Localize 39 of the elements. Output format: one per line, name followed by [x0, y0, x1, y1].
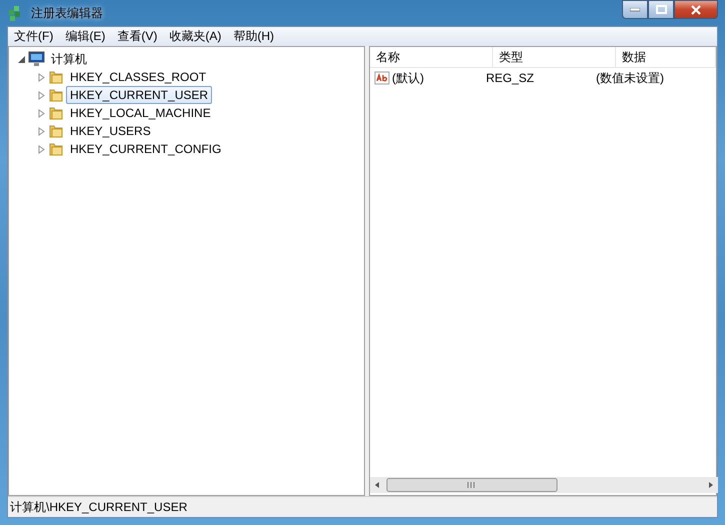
- minimize-icon: [630, 8, 640, 12]
- close-icon: [691, 4, 701, 14]
- tree-item[interactable]: 计算机: [47, 48, 91, 70]
- menu-item[interactable]: 编辑(E): [59, 27, 112, 46]
- folder-icon: [48, 105, 64, 121]
- status-bar: 计算机\HKEY_CURRENT_USER: [8, 496, 717, 517]
- folder-icon: [48, 87, 64, 103]
- horizontal-scrollbar[interactable]: [370, 477, 718, 493]
- tree-item[interactable]: HKEY_CURRENT_CONFIG: [66, 140, 226, 158]
- menu-item[interactable]: 文件(F): [8, 27, 60, 46]
- column-header[interactable]: 类型: [493, 47, 616, 67]
- expand-toggle-icon[interactable]: [17, 54, 26, 64]
- maximize-icon: [656, 5, 666, 14]
- expand-toggle-icon[interactable]: [37, 144, 46, 154]
- expand-toggle-icon[interactable]: [37, 72, 46, 82]
- menu-item[interactable]: 帮助(H): [227, 27, 280, 46]
- table-cell-text: REG_SZ: [485, 71, 536, 85]
- folder-icon: [48, 141, 64, 157]
- tree-item[interactable]: HKEY_CLASSES_ROOT: [66, 68, 210, 86]
- menu-item[interactable]: 收藏夹(A): [163, 27, 228, 46]
- expand-toggle-icon[interactable]: [37, 90, 46, 100]
- menu-item[interactable]: 查看(V): [111, 27, 164, 46]
- tree-item[interactable]: HKEY_CURRENT_USER: [66, 86, 212, 104]
- string-value-icon: [374, 70, 390, 86]
- folder-icon: [48, 69, 64, 85]
- close-button[interactable]: [674, 0, 718, 19]
- tree-item[interactable]: HKEY_USERS: [66, 122, 155, 140]
- maximize-button[interactable]: [648, 0, 674, 19]
- window-title: 注册表编辑器: [31, 4, 104, 22]
- column-header[interactable]: 数据: [616, 47, 716, 67]
- computer-icon: [28, 51, 45, 67]
- minimize-button[interactable]: [622, 0, 648, 19]
- expand-toggle-icon[interactable]: [37, 126, 46, 136]
- table-cell-text: (数值未设置): [595, 70, 665, 86]
- expand-toggle-icon[interactable]: [37, 108, 46, 118]
- table-cell: (默认): [392, 70, 424, 86]
- column-header[interactable]: 名称: [370, 47, 493, 67]
- folder-icon: [48, 123, 64, 139]
- tree-item[interactable]: HKEY_LOCAL_MACHINE: [66, 104, 215, 122]
